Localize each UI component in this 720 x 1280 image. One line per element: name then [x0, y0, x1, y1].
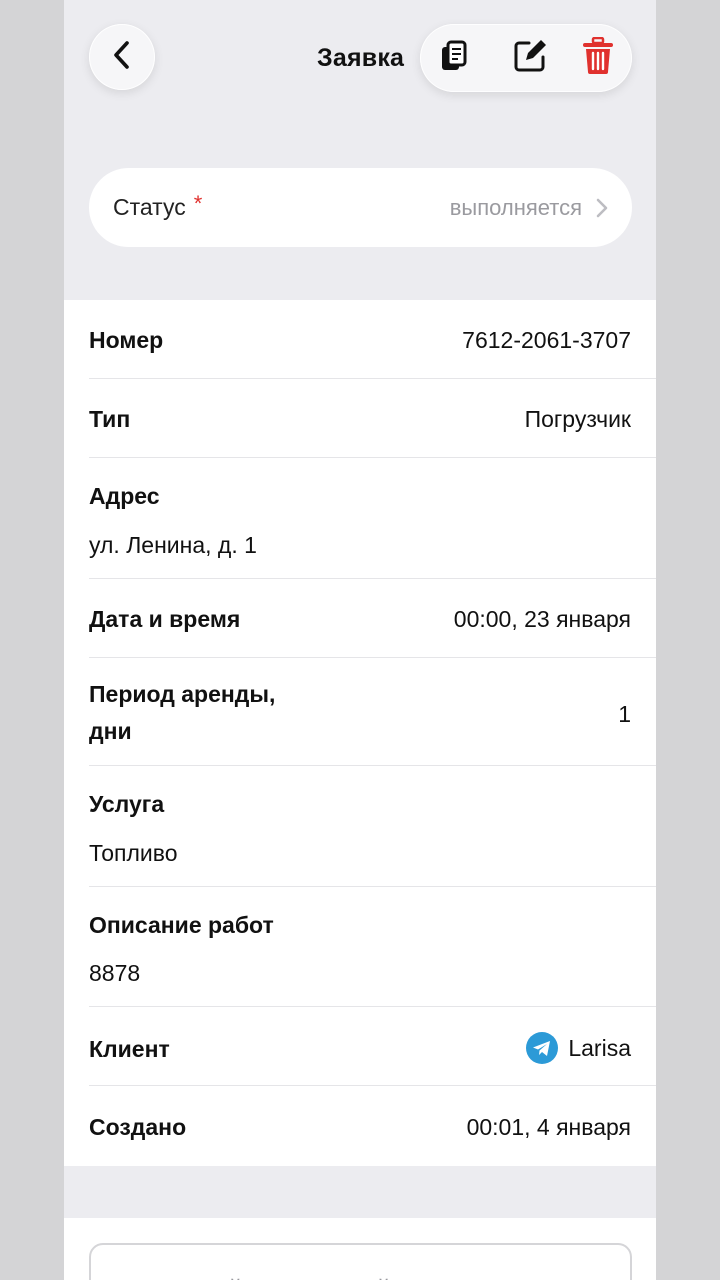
client-link[interactable]: Larisa: [526, 1032, 631, 1064]
type-value: Погрузчик: [524, 406, 631, 432]
created-value: 00:01, 4 января: [466, 1114, 631, 1140]
detail-row-datetime: Дата и время 00:00, 23 января: [89, 579, 656, 658]
copy-button[interactable]: [436, 40, 472, 76]
edit-button[interactable]: [512, 38, 548, 79]
period-label-line2: дни: [89, 718, 132, 744]
number-value: 7612-2061-3707: [462, 327, 631, 353]
period-label-line1: Период аренды,: [89, 681, 276, 707]
period-value: 1: [618, 701, 631, 727]
comment-section: [64, 1218, 656, 1280]
created-label: Создано: [89, 1114, 187, 1140]
edit-icon: [512, 38, 548, 79]
detail-row-address: Адрес ул. Ленина, д. 1: [89, 458, 656, 579]
number-label: Номер: [89, 327, 164, 353]
status-label: Статус: [113, 194, 186, 220]
work-value: 8878: [89, 960, 141, 986]
delete-button[interactable]: [580, 36, 616, 76]
status-value: выполняется: [449, 194, 582, 220]
detail-row-type: Тип Погрузчик: [89, 379, 656, 458]
chevron-left-icon: [110, 40, 134, 75]
service-value: Топливо: [89, 840, 178, 866]
comment-input[interactable]: [89, 1243, 632, 1280]
address-label: Адрес: [89, 483, 160, 509]
work-label: Описание работ: [89, 912, 274, 938]
detail-row-number: Номер 7612-2061-3707: [89, 300, 656, 379]
order-details: Номер 7612-2061-3707 Тип Погрузчик Адрес…: [64, 300, 656, 1166]
client-label: Клиент: [89, 1036, 170, 1062]
required-mark: *: [193, 190, 203, 216]
page-title: Заявка: [317, 44, 405, 72]
detail-row-work-description: Описание работ 8878: [89, 887, 656, 1007]
chevron-right-icon: [596, 198, 608, 218]
telegram-icon: [526, 1032, 559, 1064]
back-button[interactable]: [89, 24, 155, 90]
type-label: Тип: [89, 406, 131, 432]
datetime-value: 00:00, 23 января: [453, 606, 631, 632]
status-selector[interactable]: Статус * выполняется: [89, 168, 632, 247]
detail-row-service: Услуга Топливо: [89, 766, 656, 887]
app-screen: Заявка Статус * выполняется Номер 7612-2…: [64, 0, 656, 1280]
action-toolbar: [420, 24, 632, 92]
detail-row-created: Создано 00:01, 4 января: [89, 1086, 656, 1166]
detail-row-rental-period: Период аренды, дни 1: [89, 658, 656, 766]
datetime-label: Дата и время: [89, 606, 241, 632]
copy-icon: [439, 39, 469, 78]
detail-row-client: Клиент Larisa: [89, 1007, 656, 1086]
service-label: Услуга: [89, 791, 165, 817]
client-name: Larisa: [568, 1034, 631, 1061]
trash-icon: [582, 36, 614, 80]
address-value: ул. Ленина, д. 1: [89, 532, 257, 558]
